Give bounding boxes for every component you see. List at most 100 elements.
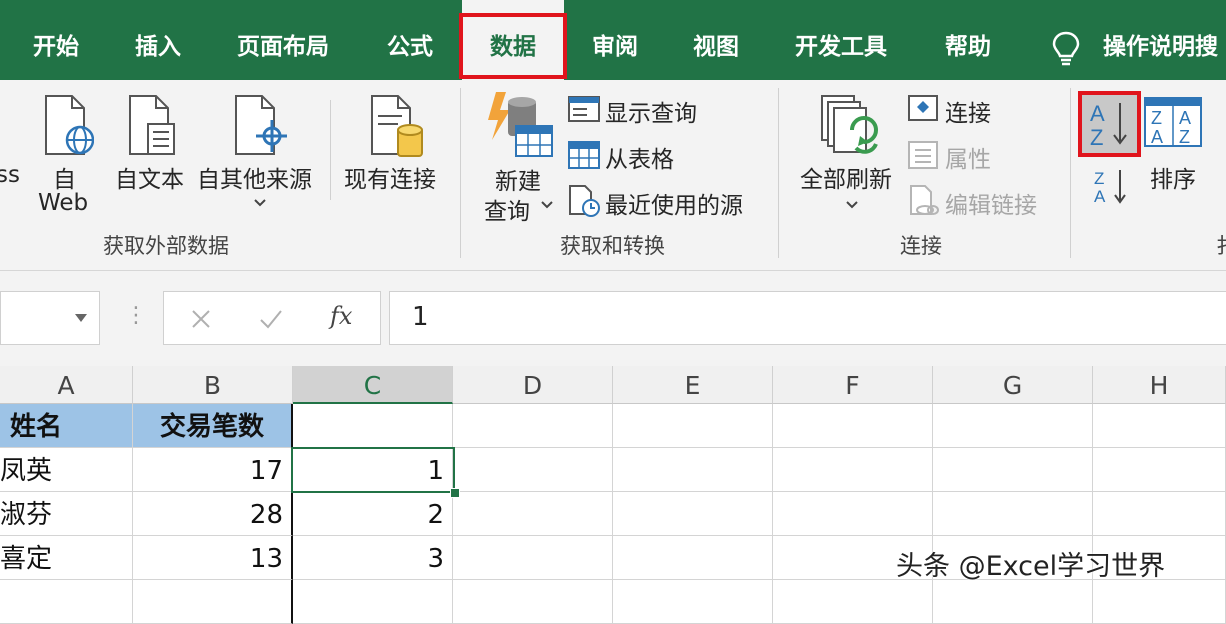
name-box[interactable]	[0, 291, 100, 345]
cell-header-count[interactable]: 交易笔数	[133, 404, 293, 448]
cell-c[interactable]	[293, 580, 453, 624]
lightbulb-icon[interactable]	[1050, 30, 1082, 66]
tab-home[interactable]: 开始	[33, 0, 79, 80]
cell[interactable]	[1093, 492, 1226, 536]
group-divider	[778, 88, 779, 258]
refresh-all-icon[interactable]	[820, 94, 882, 158]
from-other-sources-label[interactable]: 自其他来源	[197, 160, 312, 194]
cell[interactable]	[453, 404, 613, 448]
other-sources-icon[interactable]	[232, 94, 288, 158]
cell-count[interactable]	[133, 580, 293, 624]
cell[interactable]	[613, 492, 773, 536]
cell-name[interactable]	[0, 580, 133, 624]
cell-c[interactable]: 3	[293, 536, 453, 580]
from-table-label[interactable]: 从表格	[605, 140, 674, 174]
cell[interactable]	[933, 580, 1093, 624]
group-label-connections: 连接	[900, 234, 942, 258]
existing-connections-label[interactable]: 现有连接	[344, 160, 436, 194]
cell-header-name[interactable]: 姓名	[0, 404, 133, 448]
tab-review[interactable]: 审阅	[592, 0, 638, 80]
column-header-b[interactable]: B	[133, 366, 293, 404]
web-document-icon[interactable]	[42, 94, 94, 158]
cell[interactable]	[933, 448, 1093, 492]
cell[interactable]	[933, 404, 1093, 448]
column-header-h[interactable]: H	[1093, 366, 1226, 404]
cell[interactable]	[453, 492, 613, 536]
fill-handle[interactable]	[450, 488, 460, 498]
cell[interactable]	[773, 404, 933, 448]
cell[interactable]	[1093, 448, 1226, 492]
cell[interactable]	[293, 404, 453, 448]
cancel-icon[interactable]	[190, 308, 212, 330]
existing-connections-icon[interactable]	[368, 94, 428, 160]
cell-count[interactable]: 28	[133, 492, 293, 536]
recent-sources-icon[interactable]	[567, 184, 601, 218]
sort-label[interactable]: 排序	[1150, 160, 1196, 194]
chevron-down-icon[interactable]	[540, 200, 554, 210]
tab-page-layout[interactable]: 页面布局	[237, 0, 329, 80]
from-web-label-line1[interactable]: 自	[53, 160, 76, 194]
sort-descending-icon[interactable]: Z A	[1092, 166, 1132, 206]
tab-formulas[interactable]: 公式	[387, 0, 433, 80]
formula-value: 1	[412, 302, 429, 332]
tab-developer[interactable]: 开发工具	[795, 0, 887, 80]
edit-links-label: 编辑链接	[945, 193, 1037, 219]
from-web-label-line2[interactable]: Web	[38, 190, 88, 216]
cell[interactable]	[613, 580, 773, 624]
cell[interactable]	[773, 580, 933, 624]
column-header-e[interactable]: E	[613, 366, 773, 404]
cell-c[interactable]: 2	[293, 492, 453, 536]
chevron-down-icon[interactable]	[845, 200, 859, 210]
cell-name[interactable]: 凤英	[0, 448, 133, 492]
column-header-a[interactable]: A	[0, 366, 133, 404]
properties-icon	[908, 141, 938, 169]
cell[interactable]	[613, 448, 773, 492]
cell[interactable]	[613, 536, 773, 580]
insert-function-icon[interactable]: fx	[330, 302, 352, 330]
new-query-icon[interactable]	[486, 90, 556, 160]
cell-name[interactable]: 喜定	[0, 536, 133, 580]
worksheet-grid[interactable]: A B C D E F G H 姓名 交易笔数 凤英 17 1 淑芬 28 2 …	[0, 366, 1226, 624]
cell[interactable]	[453, 536, 613, 580]
drag-handle-icon[interactable]: ⋮	[125, 303, 147, 328]
dropdown-arrow-icon[interactable]	[73, 312, 89, 324]
cell[interactable]	[1093, 580, 1226, 624]
cell[interactable]	[1093, 404, 1226, 448]
show-queries-label[interactable]: 显示查询	[605, 94, 697, 128]
from-text-label[interactable]: 自文本	[115, 160, 184, 194]
column-header-d[interactable]: D	[453, 366, 613, 404]
refresh-all-label[interactable]: 全部刷新	[800, 160, 892, 194]
cell-count[interactable]: 17	[133, 448, 293, 492]
recent-sources-label[interactable]: 最近使用的源	[605, 186, 743, 220]
cell-count[interactable]: 13	[133, 536, 293, 580]
column-header-f[interactable]: F	[773, 366, 933, 404]
cell[interactable]	[613, 404, 773, 448]
column-header-c[interactable]: C	[293, 366, 453, 404]
connections-label[interactable]: 连接	[945, 94, 991, 128]
access-button-label[interactable]: ss	[0, 162, 20, 188]
watermark: 头条 @Excel学习世界	[896, 551, 1166, 582]
connections-icon[interactable]	[907, 94, 939, 122]
tell-me-search[interactable]: 操作说明搜	[1103, 0, 1218, 80]
formula-input[interactable]: 1	[389, 291, 1226, 345]
chevron-down-icon[interactable]	[253, 198, 267, 208]
text-file-icon[interactable]	[126, 94, 178, 158]
cell[interactable]	[773, 492, 933, 536]
cell[interactable]	[933, 492, 1093, 536]
show-queries-icon[interactable]	[567, 94, 601, 124]
cell[interactable]	[453, 448, 613, 492]
sort-dialog-icon[interactable]: Z A A Z	[1143, 96, 1203, 148]
tab-insert[interactable]: 插入	[135, 0, 181, 80]
new-query-label-line2[interactable]: 查询	[484, 192, 530, 226]
new-query-label-line1[interactable]: 新建	[495, 162, 541, 196]
group-label-get-transform: 获取和转换	[560, 234, 665, 258]
cell[interactable]	[453, 580, 613, 624]
column-header-g[interactable]: G	[933, 366, 1093, 404]
from-table-icon[interactable]	[567, 140, 601, 170]
confirm-check-icon[interactable]	[259, 308, 283, 330]
tab-help[interactable]: 帮助	[945, 0, 991, 80]
cell-name[interactable]: 淑芬	[0, 492, 133, 536]
tab-view[interactable]: 视图	[693, 0, 739, 80]
svg-text:A: A	[1094, 187, 1106, 206]
cell[interactable]	[773, 448, 933, 492]
